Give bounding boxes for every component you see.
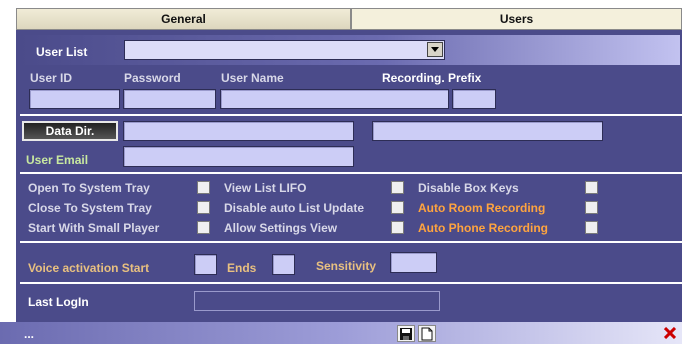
close-to-system-tray-label: Close To System Tray — [28, 201, 152, 215]
view-list-lifo-checkbox[interactable] — [391, 181, 404, 194]
user-id-field[interactable] — [29, 89, 120, 109]
close-button[interactable] — [662, 325, 678, 341]
close-icon — [664, 327, 676, 339]
close-to-system-tray-checkbox[interactable] — [197, 201, 210, 214]
user-id-header: User ID — [30, 71, 73, 85]
user-email-field[interactable] — [123, 146, 354, 167]
chevron-down-icon — [431, 47, 439, 52]
disable-box-keys-checkbox[interactable] — [585, 181, 598, 194]
tab-users[interactable]: Users — [351, 8, 682, 30]
start-small-player-label: Start With Small Player — [28, 221, 160, 235]
auto-room-recording-label: Auto Room Recording — [418, 201, 546, 215]
open-to-system-tray-label: Open To System Tray — [28, 181, 150, 195]
user-name-header: User Name — [221, 71, 284, 85]
recording-prefix-field[interactable] — [452, 89, 496, 109]
open-to-system-tray-checkbox[interactable] — [197, 181, 210, 194]
users-panel — [16, 30, 682, 322]
allow-settings-view-label: Allow Settings View — [224, 221, 338, 235]
ends-label: Ends — [227, 261, 257, 275]
password-field[interactable] — [123, 89, 216, 109]
start-small-player-checkbox[interactable] — [197, 221, 210, 234]
divider — [20, 172, 682, 174]
divider — [20, 114, 682, 116]
save-button[interactable] — [397, 325, 415, 342]
last-login-field — [194, 291, 440, 311]
save-icon — [400, 327, 412, 340]
new-document-button[interactable] — [418, 325, 436, 342]
new-document-icon — [421, 327, 433, 340]
disable-auto-list-update-checkbox[interactable] — [391, 201, 404, 214]
status-text: ... — [24, 327, 35, 341]
tab-general[interactable]: General — [16, 8, 351, 30]
dropdown-arrow-button[interactable] — [427, 42, 443, 57]
voice-start-field[interactable] — [194, 254, 217, 275]
sensitivity-field[interactable] — [390, 252, 437, 273]
voice-ends-field[interactable] — [272, 254, 295, 275]
voice-activation-start-label: Voice activation Start — [28, 261, 150, 275]
recording-prefix-header: Recording. Prefix — [382, 71, 482, 85]
auto-phone-recording-checkbox[interactable] — [585, 221, 598, 234]
auto-phone-recording-label: Auto Phone Recording — [418, 221, 548, 235]
auto-room-recording-checkbox[interactable] — [585, 201, 598, 214]
disable-auto-list-update-label: Disable auto List Update — [224, 201, 365, 215]
user-email-label: User Email — [26, 153, 89, 167]
data-dir-button[interactable]: Data Dir. — [22, 121, 118, 141]
user-list-dropdown[interactable] — [124, 40, 445, 60]
password-header: Password — [124, 71, 181, 85]
status-bar — [0, 322, 682, 344]
user-name-field[interactable] — [220, 89, 449, 109]
data-dir-field[interactable] — [123, 121, 354, 141]
sensitivity-label: Sensitivity — [316, 259, 377, 273]
disable-box-keys-label: Disable Box Keys — [418, 181, 519, 195]
view-list-lifo-label: View List LIFO — [224, 181, 307, 195]
last-login-label: Last LogIn — [28, 295, 89, 309]
data-dir-secondary-field[interactable] — [372, 121, 603, 141]
allow-settings-view-checkbox[interactable] — [391, 221, 404, 234]
divider — [20, 241, 682, 243]
user-list-label: User List — [36, 45, 88, 59]
divider — [20, 282, 682, 284]
